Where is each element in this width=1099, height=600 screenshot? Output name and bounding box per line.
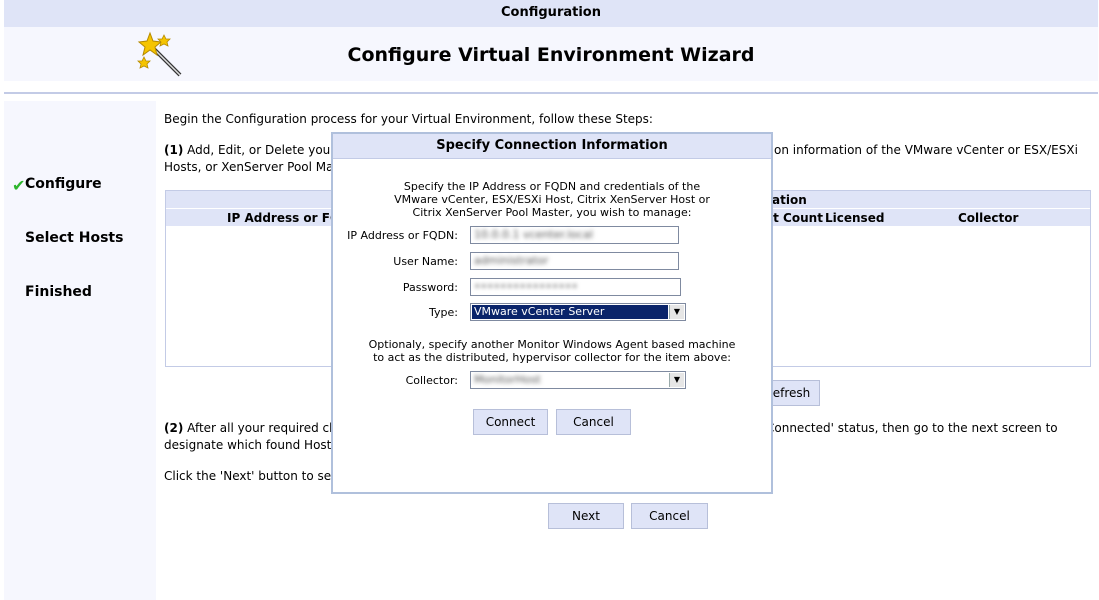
- password-label: Password:: [402, 281, 458, 294]
- step-finished: Finished: [25, 284, 92, 300]
- collector-select-value: MonitorHost: [474, 373, 541, 386]
- cancel-button[interactable]: Cancel: [631, 503, 708, 529]
- collector-label: Collector:: [405, 374, 458, 387]
- connect-button[interactable]: Connect: [473, 409, 548, 435]
- step1-text-left: Add, Edit, or Delete your: [187, 143, 336, 157]
- intro-text: Begin the Configuration process for your…: [164, 112, 653, 126]
- collector-info-line: to act as the distributed, hypervisor co…: [373, 351, 731, 364]
- type-label: Type:: [429, 306, 458, 319]
- dialog-cancel-button[interactable]: Cancel: [556, 409, 631, 435]
- collector-info: Optionaly, specify another Monitor Windo…: [333, 338, 771, 364]
- next-button[interactable]: Next: [548, 503, 624, 529]
- username-input[interactable]: administrator: [470, 252, 679, 270]
- username-value: administrator: [474, 254, 549, 267]
- connection-dialog: Specify Connection Information Specify t…: [331, 132, 773, 494]
- type-select-value: VMware vCenter Server: [472, 305, 668, 319]
- type-select[interactable]: VMware vCenter Server ▼: [470, 303, 686, 321]
- divider: [4, 92, 1098, 94]
- collector-select[interactable]: MonitorHost ▼: [470, 371, 686, 389]
- ip-value: 10.0.0.1 vcenter.local: [474, 228, 593, 241]
- dialog-intro-line: Citrix XenServer Pool Master, you wish t…: [412, 206, 692, 219]
- wizard-header: Configure Virtual Environment Wizard: [4, 27, 1098, 81]
- step-select-hosts: Select Hosts: [25, 230, 124, 246]
- step1-text-line2: Hosts, or XenServer Pool Ma: [164, 160, 334, 174]
- chevron-down-icon[interactable]: ▼: [669, 305, 684, 319]
- step-configure: Configure: [25, 176, 102, 192]
- step1-text-right: on information of the VMware vCenter or …: [774, 143, 1078, 157]
- column-host-count[interactable]: st Count: [766, 211, 823, 225]
- top-bar: Configuration: [4, 0, 1098, 28]
- step2-text-left: After all your required cha: [187, 421, 345, 435]
- dialog-intro-line: Specify the IP Address or FQDN and crede…: [403, 180, 701, 193]
- step2-text-right: Connected' status, then go to the next s…: [766, 421, 1058, 435]
- username-label: User Name:: [393, 255, 458, 268]
- dialog-intro: Specify the IP Address or FQDN and crede…: [333, 180, 771, 219]
- checkmark-icon: ✔: [12, 176, 26, 195]
- step2-number: (2): [164, 421, 184, 435]
- column-licensed[interactable]: Licensed: [825, 211, 884, 225]
- password-input[interactable]: ••••••••••••••••: [470, 278, 681, 296]
- dialog-intro-line: VMware vCenter, ESX/ESXi Host, Citrix Xe…: [394, 193, 710, 206]
- step1-text: (1) Add, Edit, or Delete your: [164, 142, 335, 159]
- ip-input[interactable]: 10.0.0.1 vcenter.local: [470, 226, 679, 244]
- next-instruction-text: Click the 'Next' button to sele: [164, 469, 342, 483]
- ip-label: IP Address or FQDN:: [347, 229, 458, 242]
- chevron-down-icon[interactable]: ▼: [669, 373, 684, 387]
- column-collector[interactable]: Collector: [958, 211, 1018, 225]
- dialog-title: Specify Connection Information: [333, 134, 771, 159]
- password-value: ••••••••••••••••: [474, 280, 578, 293]
- step2-text: (2) After all your required cha: [164, 420, 344, 437]
- step2-text-line2: designate which found Hosts: [164, 438, 338, 452]
- step1-number: (1): [164, 143, 184, 157]
- table-group-header-label: ation: [772, 193, 807, 207]
- wizard-title: Configure Virtual Environment Wizard: [347, 44, 755, 66]
- collector-info-line: Optionaly, specify another Monitor Windo…: [368, 338, 736, 351]
- page-title: Configuration: [501, 5, 601, 20]
